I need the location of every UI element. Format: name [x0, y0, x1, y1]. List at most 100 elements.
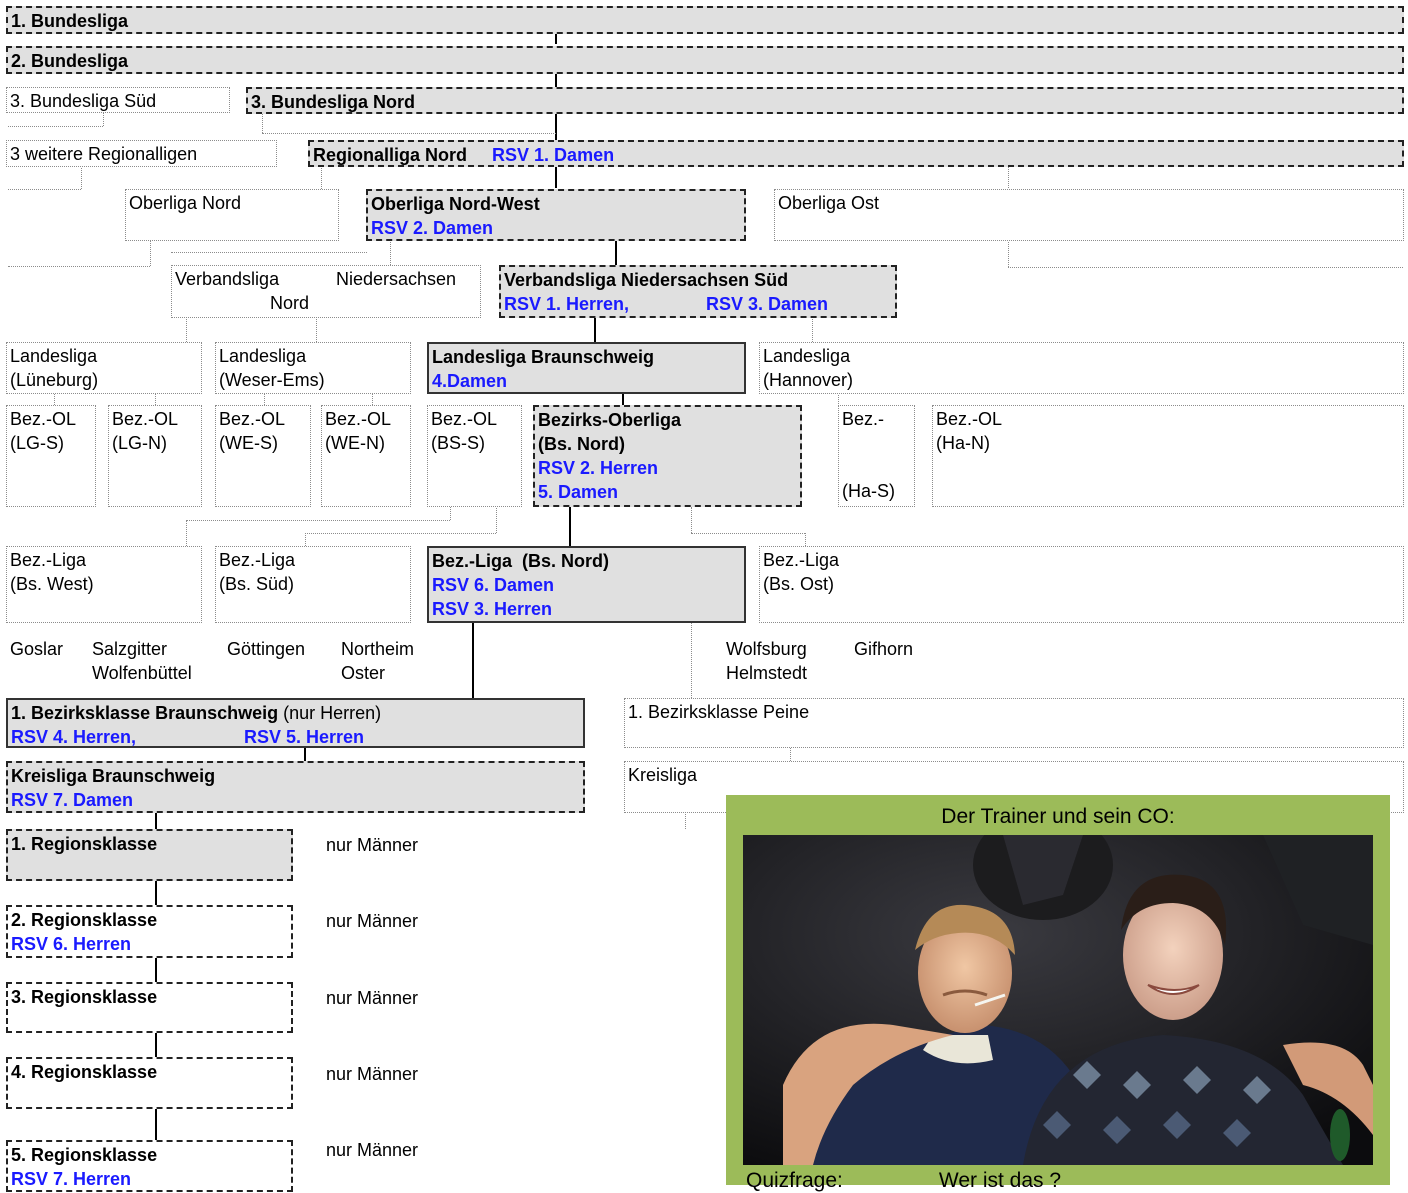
league-5-regionsklasse: 5. Regionsklasse RSV 7. Herren — [6, 1140, 293, 1192]
connector — [8, 266, 150, 267]
quiz-question: Wer ist das ? — [938, 1169, 1062, 1192]
league-3-regionsklasse: 3. Regionsklasse — [6, 982, 293, 1033]
league-3-bundesliga-sued: 3. Bundesliga Süd — [6, 87, 230, 113]
rsv-team: RSV 4. Herren, — [11, 727, 137, 747]
league-name: Kreisliga Braunschweig — [11, 766, 216, 786]
connector — [262, 112, 263, 133]
league-3-bundesliga-nord: 3. Bundesliga Nord — [246, 87, 1404, 114]
photo-caption: Der Trainer und sein CO: — [941, 805, 1175, 828]
league-regionalliga-nord: Regionalliga Nord RSV 1. Damen — [308, 140, 1404, 167]
rsv-team: RSV 7. Damen — [11, 790, 134, 810]
photo-frame: Der Trainer und sein CO: Quizfrage: Wer … — [726, 795, 1390, 1192]
league-bezirks-oberliga-bs-nord: Bezirks-Oberliga (Bs. Nord) RSV 2. Herre… — [533, 405, 802, 507]
league-name-line: (Hannover) — [763, 370, 854, 390]
district-goettingen: Göttingen — [227, 639, 306, 659]
district-northeim: Northeim — [341, 639, 415, 659]
connector — [691, 533, 805, 534]
note-nur-maenner: nur Männer — [326, 1140, 419, 1160]
league-bezirksliga-bs-nord: Bez.-Liga (Bs. Nord) RSV 6. Damen RSV 3.… — [427, 546, 746, 623]
league-bezol-ha-s: Bez.- (Ha-S) — [838, 405, 915, 507]
league-bezol-we-s: Bez.-OL (WE-S) — [215, 405, 311, 507]
connector — [150, 240, 151, 266]
note-nur-maenner: nur Männer — [326, 911, 419, 931]
rsv-team: RSV 3. Damen — [706, 294, 829, 314]
league-name: Bez.-Liga (Bs. Nord) — [432, 551, 610, 571]
league-1-regionsklasse: 1. Regionsklasse — [6, 829, 293, 881]
photo-illustration — [743, 835, 1373, 1165]
league-name: Landesliga Braunschweig — [432, 347, 655, 367]
league-name-line: (Lüneburg) — [10, 370, 99, 390]
league-verbandsliga-nord: Verbandsliga Niedersachsen Nord — [171, 265, 481, 318]
connector — [155, 812, 157, 829]
connector — [155, 880, 157, 905]
connector — [472, 622, 474, 698]
connector — [171, 252, 367, 253]
connector — [496, 506, 497, 533]
connector — [691, 622, 692, 698]
connector — [372, 393, 373, 405]
quiz-line: Quizfrage: Wer ist das ? — [746, 1169, 1157, 1193]
league-bezirksliga-bs-west: Bez.-Liga (Bs. West) — [6, 546, 202, 623]
photo-trainer-and-co — [743, 835, 1373, 1165]
connector — [8, 126, 103, 127]
league-bezirksliga-bs-ost: Bez.-Liga (Bs. Ost) — [759, 546, 1404, 623]
connector — [103, 112, 104, 126]
rsv-team: RSV 6. Herren — [11, 934, 132, 954]
league-4-regionsklasse: 4. Regionsklasse — [6, 1057, 293, 1109]
league-name-line: Nord — [270, 293, 310, 313]
connector — [555, 113, 557, 140]
league-name: 1. Bezirksklasse Braunschweig — [11, 703, 279, 723]
connector — [622, 393, 624, 405]
league-bezol-bs-s: Bez.-OL (BS-S) — [427, 405, 522, 507]
district-wolfenbuettel: Wolfenbüttel — [92, 663, 192, 683]
rsv-team: 4.Damen — [432, 371, 508, 391]
league-oberliga-nord: Oberliga Nord — [125, 189, 339, 241]
league-bezol-we-n: Bez.-OL (WE-N) — [321, 405, 411, 507]
league-bezol-ha-n: Bez.-OL (Ha-N) — [932, 405, 1404, 507]
league-2-regionsklasse: 2. Regionsklasse RSV 6. Herren — [6, 905, 293, 958]
league-landesliga-braunschweig: Landesliga Braunschweig 4.Damen — [427, 342, 746, 394]
league-name-line: (Weser-Ems) — [219, 370, 325, 390]
connector — [390, 240, 391, 265]
connector — [305, 533, 496, 534]
league-name: Oberliga Nord-West — [371, 194, 540, 214]
connector — [262, 133, 556, 134]
connector — [790, 747, 791, 761]
connector — [81, 166, 82, 189]
connector — [8, 189, 81, 190]
connector — [805, 533, 806, 546]
connector — [1008, 267, 1403, 268]
league-bezol-lg-n: Bez.-OL (LG-N) — [108, 405, 202, 507]
connector — [186, 520, 187, 546]
league-name: Bezirks-Oberliga — [538, 410, 682, 430]
connector — [54, 393, 55, 405]
league-name: Verbandsliga Niedersachsen Süd — [504, 270, 789, 290]
connector — [555, 33, 557, 44]
league-name: Regionalliga Nord — [313, 145, 468, 165]
league-1-bezirksklasse-braunschweig: 1. Bezirksklasse Braunschweig (nur Herre… — [6, 698, 585, 748]
league-verbandsliga-sued: Verbandsliga Niedersachsen Süd RSV 1. He… — [499, 265, 897, 318]
connector — [316, 317, 317, 342]
district-gifhorn: Gifhorn — [854, 639, 914, 659]
rsv-team: RSV 3. Herren — [432, 599, 553, 619]
rsv-team: RSV 2. Damen — [371, 218, 494, 238]
connector — [685, 812, 686, 829]
connector — [594, 317, 596, 342]
connector — [691, 507, 692, 533]
connector — [305, 533, 306, 546]
rsv-team: 5. Damen — [538, 482, 619, 502]
league-name-line: Landesliga — [219, 346, 307, 366]
connector — [555, 73, 557, 87]
league-landesliga-hannover: Landesliga (Hannover) — [759, 342, 1404, 394]
rsv-team: RSV 1. Herren, — [504, 294, 630, 314]
connector — [186, 317, 187, 342]
connector — [1008, 240, 1009, 267]
district-goslar: Goslar — [10, 639, 64, 659]
note-nur-maenner: nur Männer — [326, 988, 419, 1008]
league-other-regionalligen: 3 weitere Regionalligen — [6, 140, 277, 167]
district-wolfsburg: Wolfsburg — [726, 639, 807, 659]
district-salzgitter: Salzgitter — [92, 639, 168, 659]
note-nur-maenner: nur Männer — [326, 1064, 419, 1084]
league-2-bundesliga: 2. Bundesliga — [6, 46, 1404, 74]
district-oster: Oster — [341, 663, 386, 683]
